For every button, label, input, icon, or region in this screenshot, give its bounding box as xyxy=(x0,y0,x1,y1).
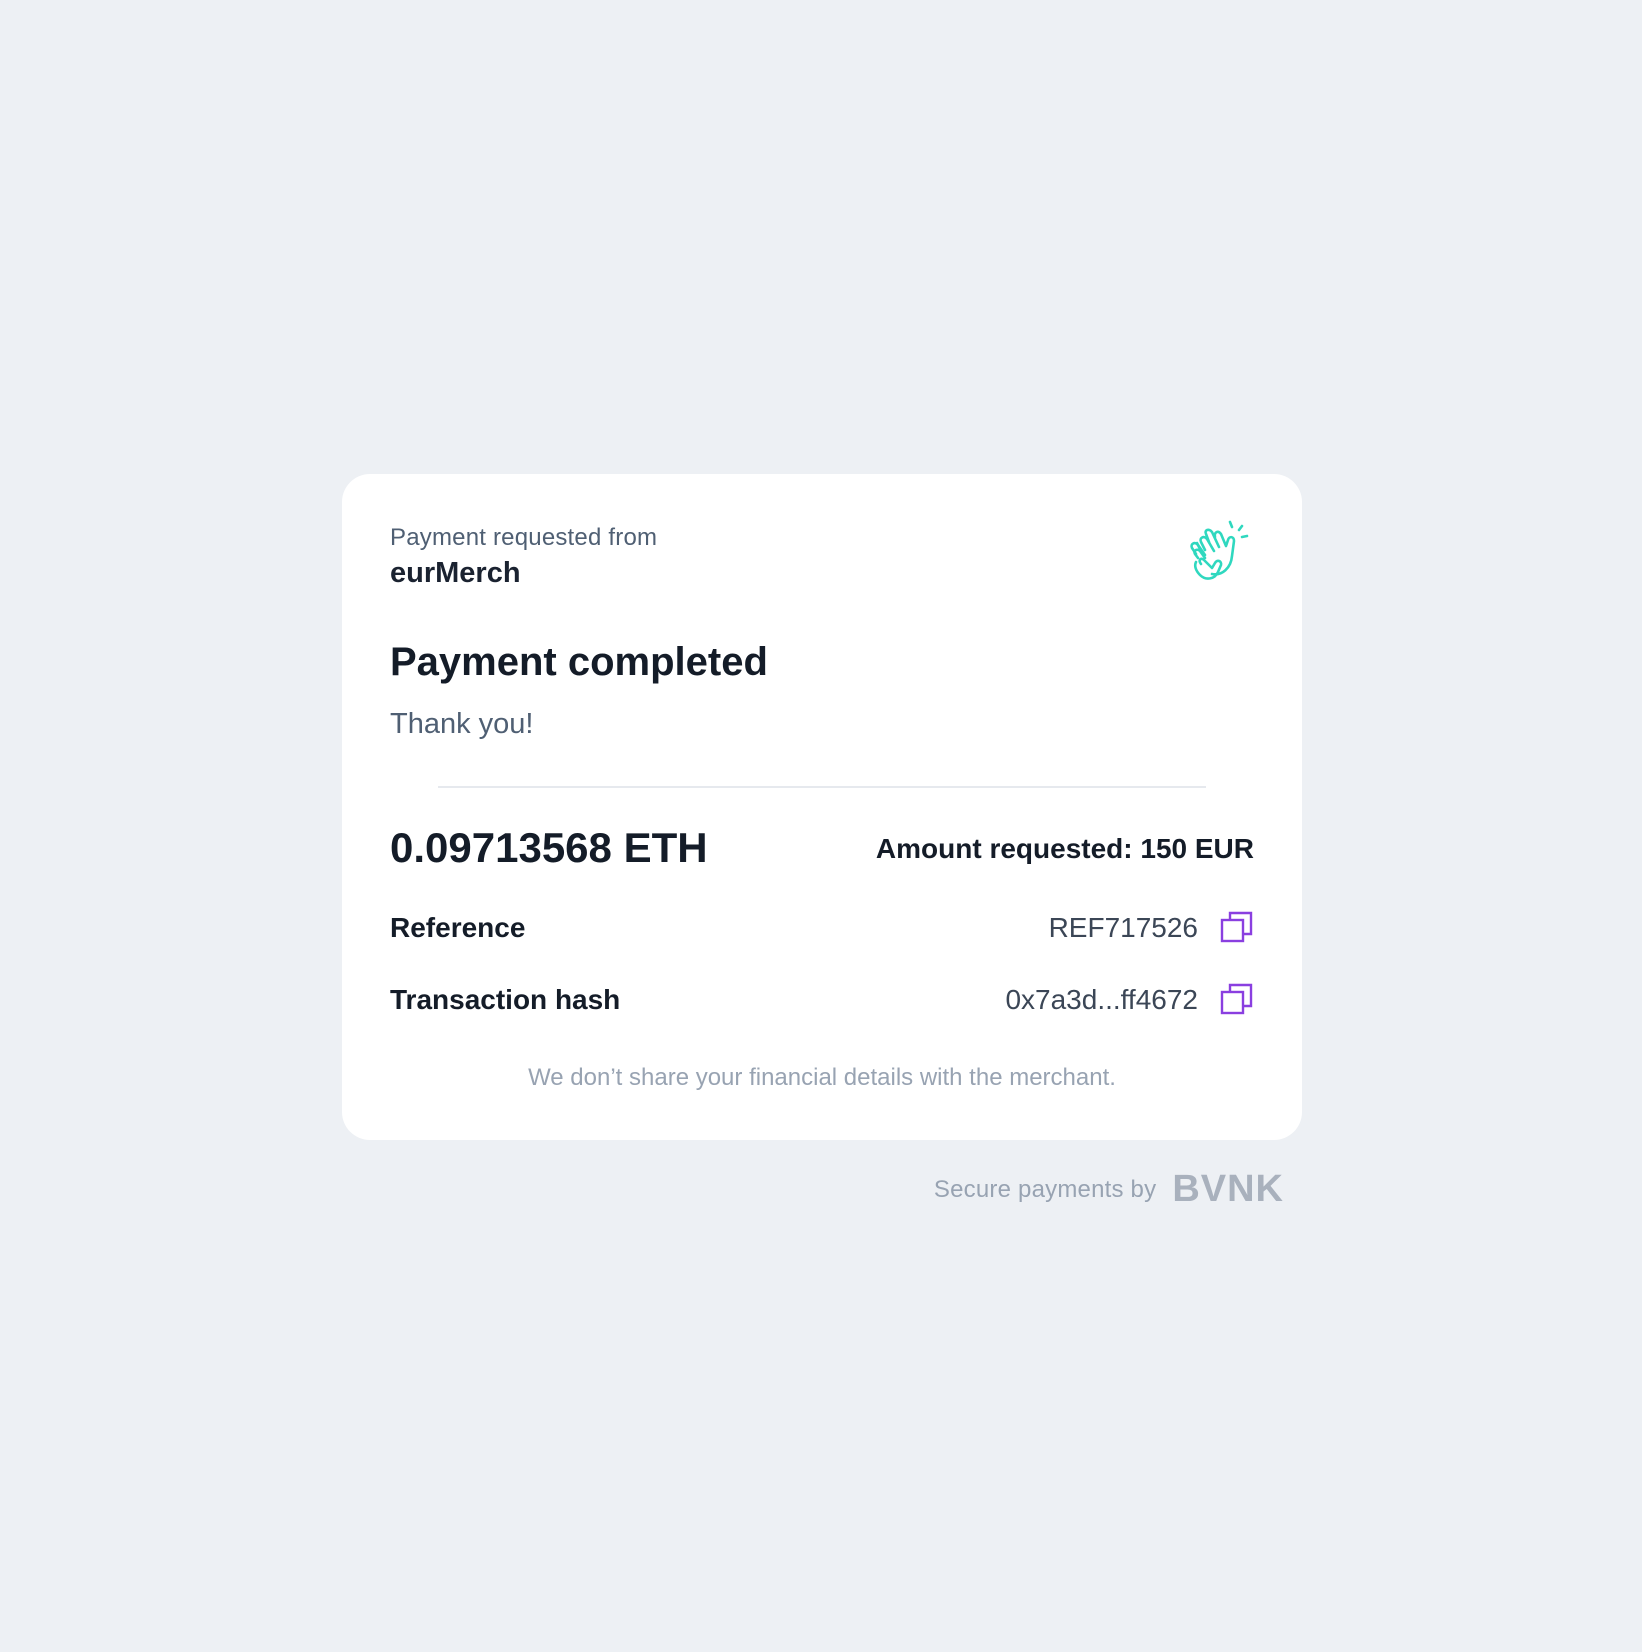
reference-label: Reference xyxy=(390,912,526,943)
status-title: Payment completed xyxy=(390,640,768,684)
reference-value: REF717526 xyxy=(1048,912,1198,943)
footer: Secure payments by BVNK xyxy=(934,1168,1284,1211)
status-message: Thank you! xyxy=(390,708,534,740)
tx-hash-label: Transaction hash xyxy=(390,984,621,1015)
merchant-name: eurMerch xyxy=(390,557,521,589)
copy-tx-hash-icon[interactable] xyxy=(1220,982,1254,1016)
amount-requested: Amount requested: 150 EUR xyxy=(875,833,1254,864)
clapping-hands-icon xyxy=(1190,520,1249,580)
brand-logo: BVNK xyxy=(1172,1168,1284,1210)
copy-reference-icon[interactable] xyxy=(1220,910,1254,944)
divider xyxy=(438,786,1206,788)
payment-card: Payment requested from eurMerch Payment … xyxy=(342,474,1302,1140)
tx-hash-value: 0x7a3d...ff4672 xyxy=(1005,984,1198,1015)
crypto-amount: 0.09713568 ETH xyxy=(390,824,708,871)
privacy-note: We don’t share your financial details wi… xyxy=(528,1064,1116,1091)
footer-text: Secure payments by xyxy=(933,1175,1157,1203)
requested-from-label: Payment requested from xyxy=(390,524,658,551)
